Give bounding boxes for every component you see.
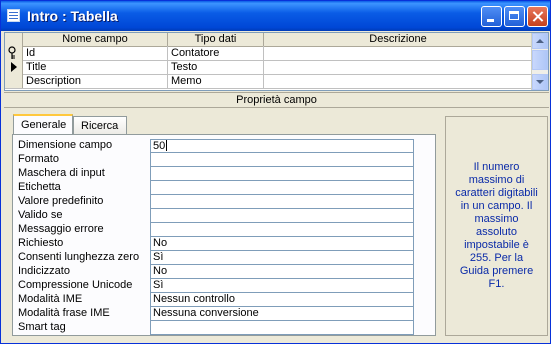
property-row: Smart tag <box>18 321 425 335</box>
field-name-cell[interactable]: Description <box>23 74 168 88</box>
header-description[interactable]: Descrizione <box>264 33 533 46</box>
text-caret <box>166 140 168 151</box>
property-row: Dimensione campo 50 <box>18 139 425 153</box>
row-selector[interactable] <box>5 60 23 74</box>
property-value-text: 50 <box>153 140 166 152</box>
property-row: Richiesto No <box>18 237 425 251</box>
property-label: Maschera di input <box>18 167 105 179</box>
property-value[interactable] <box>150 167 414 181</box>
field-grid: Nome campo Tipo dati Descrizione Id Cont… <box>4 32 549 91</box>
property-value-field-size[interactable]: 50 <box>150 139 414 153</box>
table-row[interactable]: Description Memo <box>5 74 533 89</box>
description-cell[interactable] <box>264 46 533 60</box>
property-value[interactable] <box>150 153 414 167</box>
property-value[interactable] <box>150 223 414 237</box>
arrow-up-icon <box>536 39 544 43</box>
help-panel: Il numero massimo di caratteri digitabil… <box>445 116 548 336</box>
property-row: Modalità frase IME Nessuna conversione <box>18 307 425 321</box>
table-icon[interactable] <box>7 9 20 22</box>
tab-ricerca[interactable]: Ricerca <box>73 116 127 134</box>
row-selector[interactable] <box>5 46 23 60</box>
current-row-arrow-icon <box>11 62 17 72</box>
property-row: Messaggio errore <box>18 223 425 237</box>
title-bar[interactable]: Intro : Tabella <box>1 1 550 31</box>
property-label: Consenti lunghezza zero <box>18 251 140 263</box>
property-value[interactable] <box>150 181 414 195</box>
property-label: Richiesto <box>18 237 64 249</box>
field-properties-header: Proprietà campo <box>4 92 549 108</box>
vertical-scrollbar[interactable] <box>531 33 548 90</box>
property-row: Modalità IME Nessun controllo <box>18 293 425 307</box>
header-corner <box>5 33 23 46</box>
property-value[interactable]: Sì <box>150 279 414 293</box>
description-cell[interactable] <box>264 74 533 88</box>
tab-generale[interactable]: Generale <box>13 114 73 135</box>
header-field-name[interactable]: Nome campo <box>23 33 168 46</box>
primary-key-icon <box>8 46 16 59</box>
table-design-window: Intro : Tabella Nome campo Tipo dati Des… <box>0 0 551 344</box>
property-label: Etichetta <box>18 181 61 193</box>
close-button[interactable] <box>527 6 548 27</box>
property-label: Formato <box>18 153 59 165</box>
scroll-up-button[interactable] <box>532 33 548 49</box>
property-row: Valido se <box>18 209 425 223</box>
data-type-cell[interactable]: Memo <box>168 74 264 88</box>
property-value[interactable]: No <box>150 237 414 251</box>
minimize-button[interactable] <box>481 6 502 27</box>
property-row: Maschera di input <box>18 167 425 181</box>
grid-header: Nome campo Tipo dati Descrizione <box>5 33 533 47</box>
property-value[interactable] <box>150 321 414 335</box>
property-label: Valore predefinito <box>18 195 104 207</box>
property-label: Dimensione campo <box>18 139 113 151</box>
property-value[interactable]: No <box>150 265 414 279</box>
property-row: Formato <box>18 153 425 167</box>
property-row: Etichetta <box>18 181 425 195</box>
property-row: Valore predefinito <box>18 195 425 209</box>
property-label: Messaggio errore <box>18 223 104 235</box>
property-value[interactable]: Nessun controllo <box>150 293 414 307</box>
property-label: Indicizzato <box>18 265 70 277</box>
general-properties-panel: Dimensione campo 50 Formato Maschera di … <box>12 134 436 336</box>
data-type-cell[interactable]: Contatore <box>168 46 264 60</box>
property-value[interactable]: Sì <box>150 251 414 265</box>
scroll-down-button[interactable] <box>532 74 548 90</box>
arrow-down-icon <box>536 80 544 84</box>
property-row: Consenti lunghezza zero Sì <box>18 251 425 265</box>
header-data-type[interactable]: Tipo dati <box>168 33 264 46</box>
property-row: Indicizzato No <box>18 265 425 279</box>
data-type-cell[interactable]: Testo <box>168 60 264 74</box>
description-cell[interactable] <box>264 60 533 74</box>
property-value[interactable]: Nessuna conversione <box>150 307 414 321</box>
row-selector[interactable] <box>5 74 23 88</box>
scroll-thumb[interactable] <box>532 50 548 70</box>
property-label: Compressione Unicode <box>18 279 133 291</box>
help-text: Il numero massimo di caratteri digitabil… <box>455 161 538 290</box>
property-label: Modalità IME <box>18 293 83 305</box>
property-label: Smart tag <box>18 321 66 333</box>
maximize-button[interactable] <box>504 6 525 27</box>
property-row: Compressione Unicode Sì <box>18 279 425 293</box>
table-row[interactable]: Title Testo <box>5 60 533 75</box>
property-value[interactable] <box>150 195 414 209</box>
table-row[interactable]: Id Contatore <box>5 46 533 61</box>
property-label: Valido se <box>18 209 63 221</box>
window-title: Intro : Tabella <box>27 8 118 24</box>
field-name-cell[interactable]: Title <box>23 60 168 74</box>
field-name-cell[interactable]: Id <box>23 46 168 60</box>
property-label: Modalità frase IME <box>18 307 110 319</box>
property-value[interactable] <box>150 209 414 223</box>
